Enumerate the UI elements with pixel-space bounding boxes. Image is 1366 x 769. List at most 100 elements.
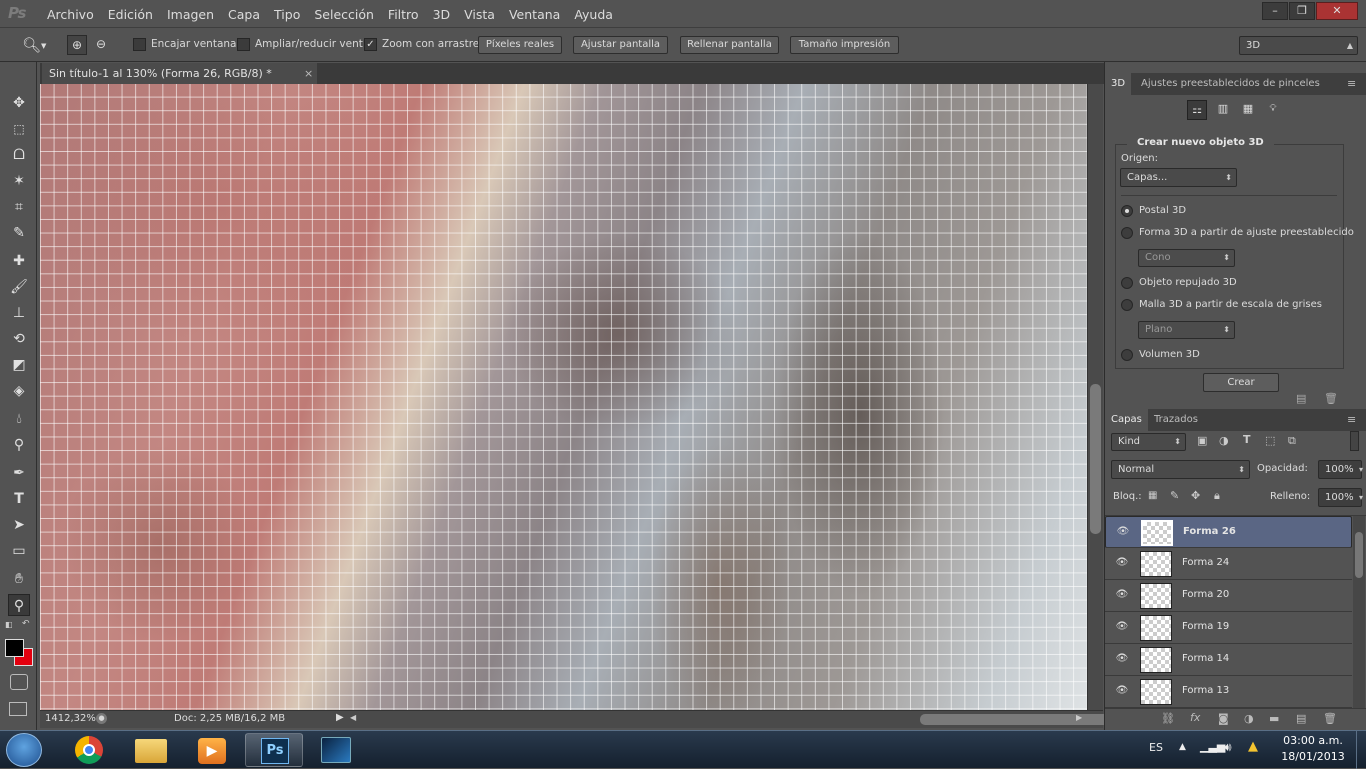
screen-mode-icon[interactable] [9,702,27,716]
chevron-down-icon[interactable]: ▾ [1359,461,1363,478]
panel-menu-icon[interactable]: ≡ [1347,77,1356,90]
origin-select[interactable]: Capas... ⬍ [1120,168,1237,187]
status-menu-icon[interactable]: ● [96,713,107,724]
swap-colors-icon[interactable]: ↶ [22,619,30,629]
minimize-button[interactable]: – [1262,2,1288,20]
network-icon[interactable]: ▁▃▅ [1200,740,1225,753]
new-layer-icon[interactable]: ▤ [1296,712,1306,725]
pen-tool-icon[interactable]: ✒ [8,462,30,484]
fill-screen-button[interactable]: Rellenar pantalla [680,36,779,54]
show-hidden-icons-icon[interactable]: ▲ [1179,742,1186,752]
new-item-icon[interactable]: ▤ [1296,392,1306,405]
brush-tool-icon[interactable]: 🖌︎ [8,276,30,298]
menu-3d[interactable]: 3D [426,7,458,22]
visibility-eye-icon[interactable]: 👁︎ [1115,590,1129,600]
layer-row[interactable]: 👁︎ Forma 19 [1105,612,1352,644]
status-arrow-icon[interactable]: ▶ [336,712,344,723]
explorer-taskbar-button[interactable] [122,733,180,767]
menu-seleccion[interactable]: Selección [307,7,381,22]
extrusion-radio[interactable] [1121,277,1133,289]
fill-field[interactable]: 100% ▾ [1318,488,1363,507]
filter-type-icon[interactable]: T [1243,433,1251,446]
scroll-left-icon[interactable]: ◀ [350,713,356,722]
quick-mask-icon[interactable] [10,674,28,690]
vertical-scroll-thumb[interactable] [1090,384,1101,534]
mesh-preset-select[interactable]: Plano ⬍ [1138,321,1235,339]
foreground-color-swatch[interactable] [5,639,24,657]
filter-adjustment-icon[interactable]: ◑ [1219,434,1229,447]
marquee-tool-icon[interactable]: ⬚ [8,118,30,140]
tab-paths[interactable]: Trazados [1148,409,1204,431]
menu-tipo[interactable]: Tipo [267,7,307,22]
layer-row[interactable]: 👁︎ Forma 26 [1105,516,1352,548]
volume-3d-radio[interactable] [1121,349,1133,361]
app-taskbar-button[interactable] [307,733,365,767]
paint-bucket-icon[interactable]: ◈ [8,380,30,402]
fx-icon[interactable]: fx [1190,711,1200,724]
opacity-field[interactable]: 100% ▾ [1318,460,1363,479]
magic-wand-icon[interactable]: ✶ [8,170,30,192]
menu-capa[interactable]: Capa [221,7,267,22]
trash-icon[interactable]: 🗑︎ [1323,712,1337,725]
visibility-eye-icon[interactable]: 👁︎ [1115,622,1129,632]
hand-tool-icon[interactable]: ✋︎ [8,568,30,590]
visibility-eye-icon[interactable]: 👁︎ [1115,558,1129,568]
panel-menu-icon[interactable]: ≡ [1347,413,1356,426]
layer-row[interactable]: 👁︎ Forma 20 [1105,580,1352,612]
zoom-level[interactable]: 1412,32% [45,713,96,724]
light-icon[interactable]: 💡︎ [1263,100,1283,120]
start-button[interactable] [6,733,42,767]
chevron-down-icon[interactable]: ▾ [1359,489,1363,506]
move-tool-icon[interactable]: ✥ [8,92,30,114]
lock-position-icon[interactable]: ✥ [1191,489,1200,502]
layers-scroll-thumb[interactable] [1355,532,1363,578]
lock-image-icon[interactable]: ✎ [1170,489,1179,502]
clock-date[interactable]: 18/01/2013 [1281,750,1345,763]
lasso-tool-icon[interactable]: ᗝ [8,144,30,166]
material-icon[interactable]: ▦ [1238,100,1258,120]
lock-all-icon[interactable]: 🔒︎ [1214,489,1220,503]
create-button[interactable]: Crear [1203,373,1279,392]
type-tool-icon[interactable]: T [8,488,30,510]
eyedropper-icon[interactable]: ✎ [8,222,30,244]
document-tab[interactable]: Sin título-1 al 130% (Forma 26, RGB/8) *… [42,63,317,84]
layer-row[interactable]: 👁︎ Forma 14 [1105,644,1352,676]
menu-edicion[interactable]: Edición [101,7,160,22]
fit-window-checkbox[interactable] [133,38,146,51]
language-indicator[interactable]: ES [1149,741,1163,754]
canvas[interactable] [40,84,1087,710]
new-group-icon[interactable]: ▬ [1269,712,1279,725]
menu-ventana[interactable]: Ventana [502,7,567,22]
menu-imagen[interactable]: Imagen [160,7,221,22]
print-size-button[interactable]: Tamaño impresión [790,36,899,54]
filter-smart-icon[interactable]: ⧉ [1288,434,1296,448]
scroll-right-icon[interactable]: ▶ [1076,713,1082,722]
layer-row[interactable]: 👁︎ Forma 13 [1105,676,1352,708]
close-tab-icon[interactable]: × [304,63,313,84]
scene-icon[interactable]: ⚏ [1187,100,1207,120]
filter-pixel-icon[interactable]: ▣ [1197,434,1207,447]
chrome-taskbar-button[interactable] [60,733,118,767]
show-desktop-button[interactable] [1356,731,1366,769]
clock-time[interactable]: 03:00 a.m. [1283,734,1343,747]
lock-transparent-icon[interactable]: ▦ [1148,490,1157,501]
visibility-eye-icon[interactable]: 👁︎ [1116,527,1130,537]
path-selection-icon[interactable]: ➤ [8,514,30,536]
actual-pixels-button[interactable]: Píxeles reales [478,36,562,54]
filter-kind-select[interactable]: Kind ⬍ [1111,433,1186,451]
healing-brush-icon[interactable]: ✚ [8,250,30,272]
trash-icon[interactable]: 🗑︎ [1324,392,1338,405]
tab-brush-presets[interactable]: Ajustes preestablecidos de pinceles [1135,73,1326,95]
volume-icon[interactable]: 🔊︎ [1224,740,1232,755]
clone-stamp-icon[interactable]: ⊥ [8,302,30,324]
rectangle-tool-icon[interactable]: ▭ [8,540,30,562]
eraser-icon[interactable]: ◩ [8,354,30,376]
photoshop-taskbar-button[interactable]: Ps [245,733,303,767]
layers-scrollbar[interactable] [1353,516,1365,708]
menu-ayuda[interactable]: Ayuda [567,7,620,22]
filter-shape-icon[interactable]: ⬚ [1265,434,1275,447]
restore-button[interactable]: ❐ [1289,2,1315,20]
visibility-eye-icon[interactable]: 👁︎ [1115,686,1129,696]
menu-archivo[interactable]: Archivo [40,7,101,22]
dodge-tool-icon[interactable]: ⚲ [8,434,30,456]
